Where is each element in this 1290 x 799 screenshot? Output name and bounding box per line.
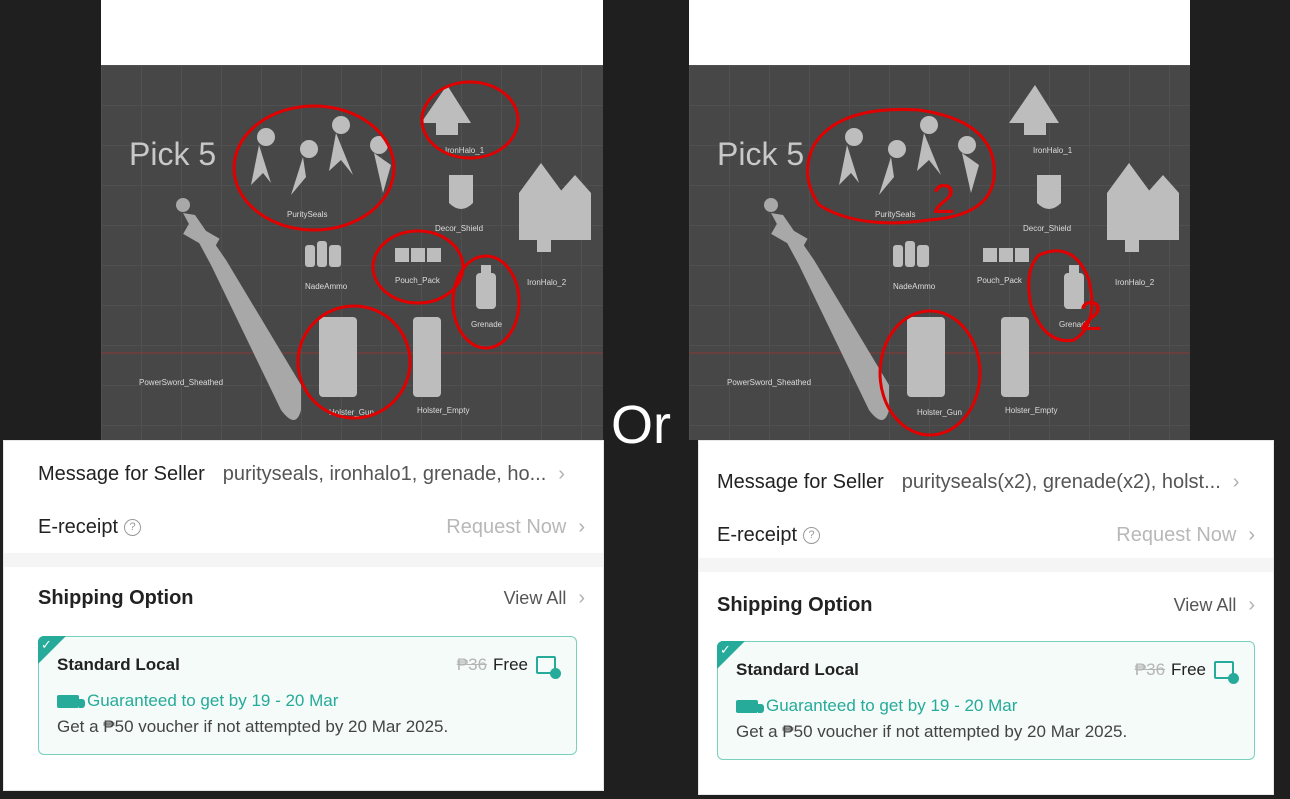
message-for-seller-row[interactable]: Message for Seller purityseals(x2), gren… [717,471,1273,494]
label-iron-halo-1: IronHalo_1 [1033,146,1073,155]
shipping-card-title: Standard Local [736,660,859,679]
pouch-pack-model [395,248,441,262]
ereceipt-label: E-receipt [38,516,119,538]
voucher-note: Get a ₱50 voucher if not attempted by 20… [57,717,449,736]
section-divider [699,558,1273,572]
pick-label: Pick 5 [129,136,216,172]
left-screenshot: Pick 5 PuritySeals IronHalo_1 Decor_Shie… [4,0,603,799]
chevron-right-icon: › [1232,471,1240,493]
holster-gun-model [907,317,945,397]
shipping-price: ₱36 Free [456,655,561,679]
viewport-drawing: Pick 5 PuritySeals IronHalo_1 Decor_Shie… [101,80,603,420]
section-divider [4,553,603,567]
decor-shield-model [1037,175,1061,209]
right-screenshot: Pick 5 PuritySeals IronHalo_1 Decor_Shie… [689,0,1273,799]
help-circle-icon[interactable]: ? [124,519,142,536]
order-details-sheet: Message for Seller purityseals, ironhalo… [4,441,603,790]
chevron-right-icon: › [1248,524,1255,546]
view-all-link[interactable]: View All [504,588,567,609]
shipping-card[interactable]: ✓ Standard Local ₱36 Free Guaranteed to … [38,636,577,755]
help-circle-icon[interactable]: ? [803,527,821,544]
3d-viewport: Pick 5 PuritySeals IronHalo_1 Decor_Shie… [689,65,1190,440]
shipping-price: ₱36 Free [1134,660,1239,684]
3d-viewport: Pick 5 PuritySeals IronHalo_1 Decor_Shie… [101,65,603,440]
voucher-note: Get a ₱50 voucher if not attempted by 20… [736,722,1128,741]
label-decor-shield: Decor_Shield [435,224,483,233]
label-nade-ammo: NadeAmmo [893,282,936,291]
chevron-right-icon: › [1248,594,1255,616]
label-power-sword: PowerSword_Sheathed [139,378,223,387]
chevron-right-icon: › [578,587,585,609]
message-label: Message for Seller [717,471,884,493]
purity-seals-model [251,116,391,195]
guarantee-line: Guaranteed to get by 19 - 20 Mar [57,691,338,711]
label-holster-empty: Holster_Empty [1005,406,1057,415]
shipping-option-label: Shipping Option [717,594,873,616]
grenade-model [476,265,496,309]
truck-icon [57,694,85,708]
shipping-card[interactable]: ✓ Standard Local ₱36 Free Guaranteed to … [717,641,1255,760]
shipping-option-label: Shipping Option [38,587,194,609]
label-purity-seals: PuritySeals [875,210,915,219]
old-price: ₱36 [456,655,488,674]
voucher-icon [536,656,561,679]
holster-empty-model [413,317,441,397]
label-holster-empty: Holster_Empty [417,406,469,415]
request-now-link[interactable]: Request Now [446,516,566,539]
voucher-icon [1214,661,1239,684]
iron-halo-1-model [421,85,471,135]
nade-ammo-model [893,241,929,267]
nade-ammo-model [305,241,341,267]
price-free: Free [493,655,528,674]
decor-shield-model [449,175,473,209]
top-white-bar [689,0,1190,65]
message-value: purityseals(x2), grenade(x2), holst... [901,471,1221,493]
iron-halo-1-model [1009,85,1059,135]
ereceipt-row[interactable]: E-receipt ? Request Now › [717,524,1273,547]
guarantee-text: Guaranteed to get by 19 - 20 Mar [766,696,1018,715]
message-for-seller-row[interactable]: Message for Seller purityseals, ironhalo… [38,463,603,486]
purity-seals-model [839,116,979,195]
label-pouch-pack: Pouch_Pack [395,276,441,285]
pouch-pack-model [983,248,1029,262]
label-power-sword: PowerSword_Sheathed [727,378,811,387]
label-grenade: Grenade [471,320,503,329]
label-pouch-pack: Pouch_Pack [977,276,1023,285]
holster-gun-model [319,317,357,397]
or-separator: Or [611,395,671,455]
truck-icon [736,699,764,713]
ereceipt-row[interactable]: E-receipt ? Request Now › [38,516,603,539]
label-holster-gun: Holster_Gun [917,408,962,417]
label-iron-halo-2: IronHalo_2 [527,278,567,287]
label-iron-halo-2: IronHalo_2 [1115,278,1155,287]
label-nade-ammo: NadeAmmo [305,282,348,291]
viewport-drawing: Pick 5 PuritySeals IronHalo_1 Decor_Shie… [689,85,1190,437]
request-now-link[interactable]: Request Now [1116,524,1236,547]
chevron-right-icon: › [558,463,565,485]
top-white-bar [101,0,603,65]
pick-label: Pick 5 [717,136,804,172]
check-icon: ✓ [41,637,52,652]
guarantee-line: Guaranteed to get by 19 - 20 Mar [736,696,1017,716]
holster-empty-model [1001,317,1029,397]
annotation-count-grenade: 2 [1079,292,1102,339]
message-value: purityseals, ironhalo1, grenade, ho... [222,463,547,485]
ereceipt-label: E-receipt [717,524,798,546]
old-price: ₱36 [1134,660,1166,679]
iron-halo-2-model [519,163,591,252]
check-icon: ✓ [720,642,731,657]
iron-halo-2-model [1107,163,1179,252]
chevron-right-icon: › [578,516,585,538]
annotation-count-seals: 2 [932,175,955,222]
price-free: Free [1171,660,1206,679]
order-details-sheet: Message for Seller purityseals(x2), gren… [699,441,1273,794]
label-decor-shield: Decor_Shield [1023,224,1071,233]
message-label: Message for Seller [38,463,205,485]
view-all-link[interactable]: View All [1174,595,1237,616]
label-purity-seals: PuritySeals [287,210,327,219]
guarantee-text: Guaranteed to get by 19 - 20 Mar [87,691,339,710]
shipping-option-row[interactable]: Shipping Option View All › [717,594,1273,617]
shipping-card-title: Standard Local [57,655,180,674]
shipping-option-row[interactable]: Shipping Option View All › [38,587,603,610]
